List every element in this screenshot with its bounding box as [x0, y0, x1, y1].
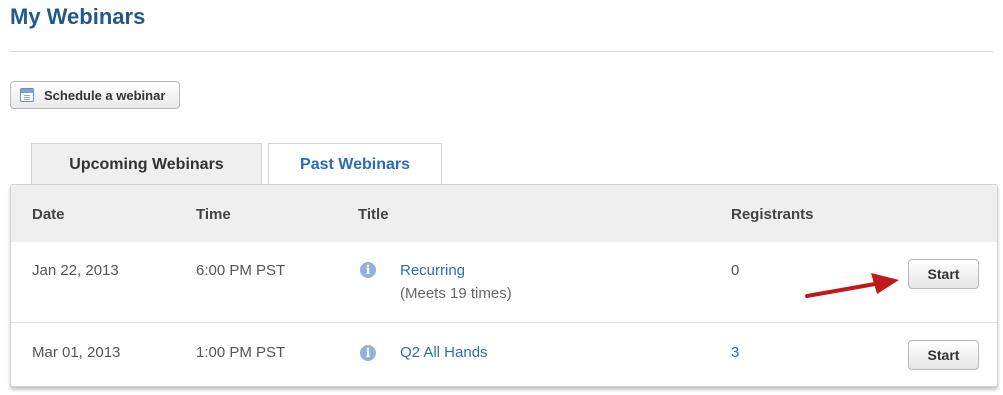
tab-upcoming-webinars[interactable]: Upcoming Webinars [31, 143, 262, 185]
table-header: Date Time Title Registrants [11, 185, 997, 243]
red-arrow-icon [805, 273, 899, 298]
row-time: 6:00 PM PST [196, 262, 286, 279]
row-date: Mar 01, 2013 [32, 344, 121, 361]
registrant-count: 0 [731, 262, 740, 279]
row-time: 1:00 PM PST [196, 344, 286, 361]
webinar-title-link[interactable]: Q2 All Hands [400, 344, 488, 361]
webinar-title-link[interactable]: Recurring [400, 262, 465, 279]
registrant-count-link[interactable]: 3 [731, 344, 739, 361]
table-row: Mar 01, 2013 1:00 PM PST i Q2 All Hands … [11, 323, 997, 386]
column-header-date: Date [32, 206, 65, 223]
column-header-time: Time [196, 206, 231, 223]
row-date: Jan 22, 2013 [32, 262, 119, 279]
schedule-webinar-button[interactable]: Schedule a webinar [10, 81, 181, 109]
title-divider [10, 51, 993, 52]
column-header-registrants: Registrants [731, 206, 814, 223]
calendar-icon [20, 88, 34, 102]
info-icon[interactable]: i [360, 262, 376, 278]
column-header-title: Title [358, 206, 389, 223]
info-icon[interactable]: i [360, 345, 376, 361]
schedule-webinar-label: Schedule a webinar [44, 87, 166, 103]
webinar-recurrence: (Meets 19 times) [400, 285, 512, 302]
start-button[interactable]: Start [908, 340, 979, 370]
page-title: My Webinars [10, 4, 146, 29]
start-button[interactable]: Start [908, 259, 979, 289]
tab-past-webinars[interactable]: Past Webinars [268, 143, 442, 185]
